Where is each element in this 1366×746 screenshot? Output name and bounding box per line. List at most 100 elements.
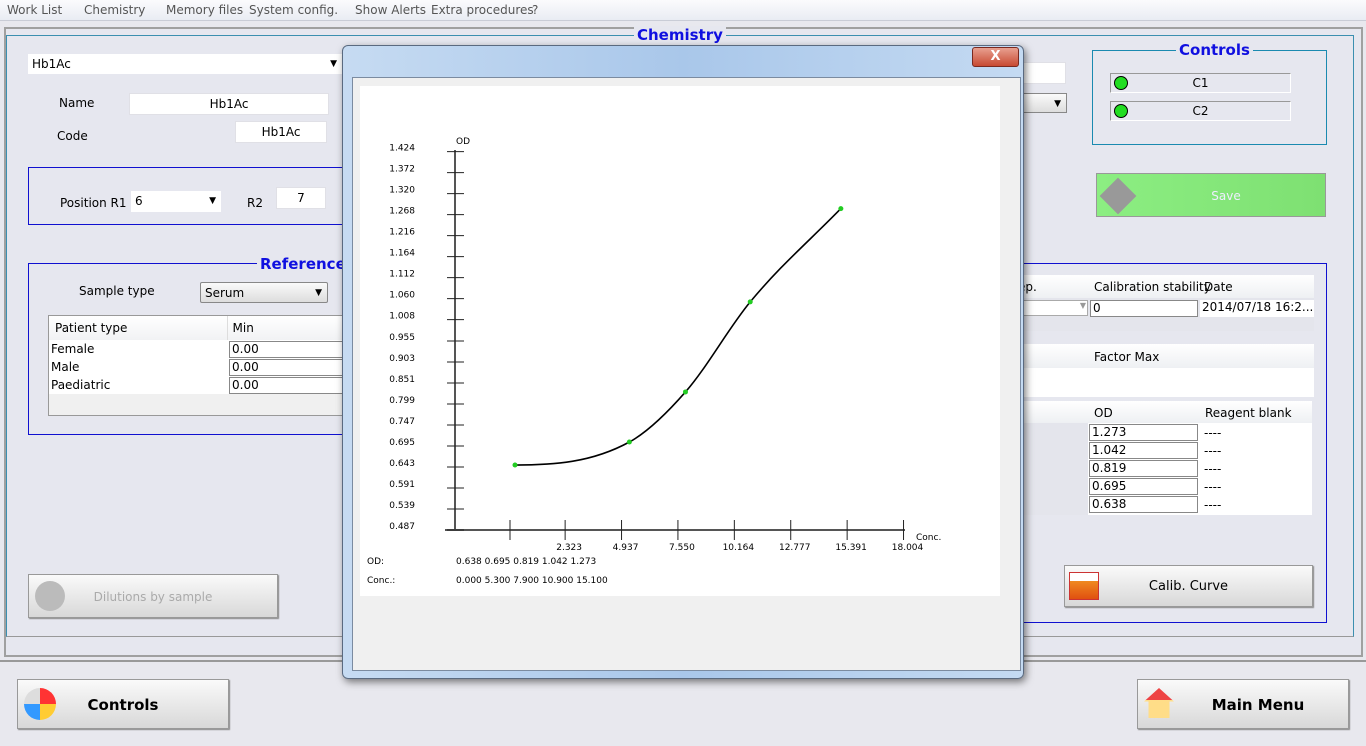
- data-point: [838, 206, 844, 212]
- y-tick-label: 1.112: [389, 270, 415, 280]
- sample-type-select[interactable]: Serum ▼: [200, 282, 328, 303]
- od-input[interactable]: 1.042: [1089, 442, 1198, 459]
- sample-type-value: Serum: [205, 286, 245, 300]
- name-input[interactable]: Hb1Ac: [129, 93, 329, 115]
- control-item-c2[interactable]: C2: [1110, 101, 1291, 121]
- gauge-icon: [24, 688, 56, 720]
- save-label: Save: [1211, 189, 1241, 203]
- y-tick-label: 1.268: [389, 207, 415, 217]
- y-tick-label: 0.539: [389, 501, 415, 511]
- chevron-down-icon: ▼: [1054, 99, 1061, 109]
- od-input[interactable]: 1.273: [1089, 424, 1198, 441]
- reagent-blank-value: ----: [1204, 480, 1222, 494]
- close-icon: X: [990, 49, 1001, 64]
- chevron-down-icon: ▼: [315, 288, 322, 298]
- dilutions-by-sample-button[interactable]: Dilutions by sample: [28, 574, 278, 618]
- min-input[interactable]: 0.00: [229, 340, 347, 358]
- panel-title: Chemistry: [634, 26, 726, 44]
- x-axis-label: Conc.: [916, 533, 941, 543]
- r2-input[interactable]: 7: [276, 187, 326, 209]
- od-row-label: OD:: [367, 557, 384, 567]
- save-button[interactable]: Save: [1096, 173, 1326, 217]
- control-item-c1[interactable]: C1: [1110, 73, 1291, 93]
- min-input[interactable]: 0.00: [229, 376, 347, 394]
- calibration-chart: OD Conc. 1.424 1.372 1.320 1.268 1.216 1.164 1.1…: [360, 86, 1000, 596]
- od-input[interactable]: 0.819: [1089, 460, 1198, 477]
- y-tick-label: 0.747: [389, 417, 415, 427]
- menu-bar: Work List Chemistry Memory files System …: [0, 0, 1366, 21]
- test-select-value: Hb1Ac: [32, 57, 71, 71]
- menu-system-config[interactable]: System config.: [249, 3, 338, 17]
- right-select[interactable]: ▼: [1020, 93, 1067, 113]
- conc-row-label: Conc.:: [367, 576, 395, 586]
- min-input[interactable]: 0.00: [229, 358, 347, 376]
- reference-table: Patient type Min Female 0.00 Male 0.00 Paed…: [48, 315, 349, 416]
- header-date: Date: [1204, 280, 1233, 294]
- code-label: Code: [57, 129, 88, 143]
- patient-type: Female: [51, 342, 95, 356]
- patient-type: Paediatric: [51, 378, 111, 392]
- home-icon: [1144, 688, 1174, 718]
- test-select[interactable]: Hb1Ac ▼: [28, 54, 342, 74]
- data-point: [512, 462, 518, 468]
- calib-curve-label: Calib. Curve: [1148, 579, 1229, 594]
- chart-svg: OD Conc. 1.424 1.372 1.320 1.268 1.216 1.164 1.1…: [367, 137, 941, 586]
- calib-curve-button[interactable]: Calib. Curve: [1064, 565, 1313, 607]
- calibration-stability-input[interactable]: 0: [1090, 300, 1198, 317]
- chevron-down-icon: ▼: [330, 59, 337, 69]
- controls-button-label: Controls: [87, 696, 159, 714]
- patient-type: Male: [51, 360, 80, 374]
- main-menu-label: Main Menu: [1211, 696, 1305, 714]
- y-tick-label: 0.591: [389, 480, 415, 490]
- controls-box: [1092, 50, 1327, 145]
- r2-label: R2: [247, 196, 263, 210]
- header-factor-max: Factor Max: [1094, 350, 1160, 364]
- x-tick-label: 10.164: [723, 543, 755, 553]
- name-label: Name: [59, 96, 95, 110]
- dilutions-label: Dilutions by sample: [93, 590, 213, 604]
- menu-work-list[interactable]: Work List: [7, 3, 62, 17]
- right-input[interactable]: [1020, 62, 1066, 84]
- main-menu-button[interactable]: Main Menu: [1137, 679, 1349, 729]
- x-tick-label: 7.550: [669, 543, 695, 553]
- menu-extra-procedures[interactable]: Extra procedures: [431, 3, 534, 17]
- data-point: [626, 439, 632, 445]
- data-point: [682, 389, 688, 395]
- header-patient-type: Patient type: [49, 316, 228, 340]
- menu-memory-files[interactable]: Memory files: [166, 3, 243, 17]
- od-row-values: 0.638 0.695 0.819 1.042 1.273: [456, 557, 596, 567]
- reagent-blank-value: ----: [1204, 444, 1222, 458]
- od-table: OD Reagent blank 1.273 ---- 1.042 ---- 0.8…: [1018, 401, 1312, 515]
- reagent-blank-value: ----: [1204, 462, 1222, 476]
- position-r1-value: 6: [135, 194, 143, 208]
- conc-row-values: 0.000 5.300 7.900 10.900 15.100: [456, 576, 608, 586]
- menu-chemistry[interactable]: Chemistry: [84, 3, 145, 17]
- control-label: C2: [1192, 104, 1209, 118]
- data-point: [747, 299, 753, 305]
- x-tick-label: 4.937: [613, 543, 639, 553]
- code-input[interactable]: Hb1Ac: [235, 121, 327, 143]
- diskette-icon: [1099, 177, 1137, 215]
- od-input[interactable]: 0.695: [1089, 478, 1198, 495]
- x-tick-label: 18.004: [892, 543, 924, 553]
- menu-help[interactable]: ?: [532, 3, 538, 17]
- y-tick-label: 0.487: [389, 522, 415, 532]
- calibration-table: ep. Calibration stability Date ▼ 0 2014/…: [1018, 275, 1314, 331]
- y-tick-label: 0.643: [389, 459, 415, 469]
- rep-select[interactable]: ▼: [1018, 300, 1088, 316]
- y-tick-label: 1.060: [389, 291, 415, 301]
- y-tick-label: 0.955: [389, 333, 415, 343]
- y-tick-label: 0.695: [389, 438, 415, 448]
- position-r1-select[interactable]: 6 ▼: [131, 191, 221, 212]
- od-input[interactable]: 0.638: [1089, 496, 1198, 513]
- factor-table: Factor Max: [1018, 344, 1314, 397]
- y-tick-label: 1.164: [389, 249, 415, 259]
- controls-button[interactable]: Controls: [17, 679, 229, 729]
- y-tick-label: 0.851: [389, 375, 415, 385]
- y-tick-label: 1.320: [389, 186, 415, 196]
- menu-show-alerts[interactable]: Show Alerts: [355, 3, 426, 17]
- close-button[interactable]: X: [972, 47, 1019, 67]
- y-tick-label: 0.903: [389, 354, 415, 364]
- controls-title: Controls: [1176, 41, 1253, 59]
- header-calibration-stability: Calibration stability: [1094, 280, 1211, 294]
